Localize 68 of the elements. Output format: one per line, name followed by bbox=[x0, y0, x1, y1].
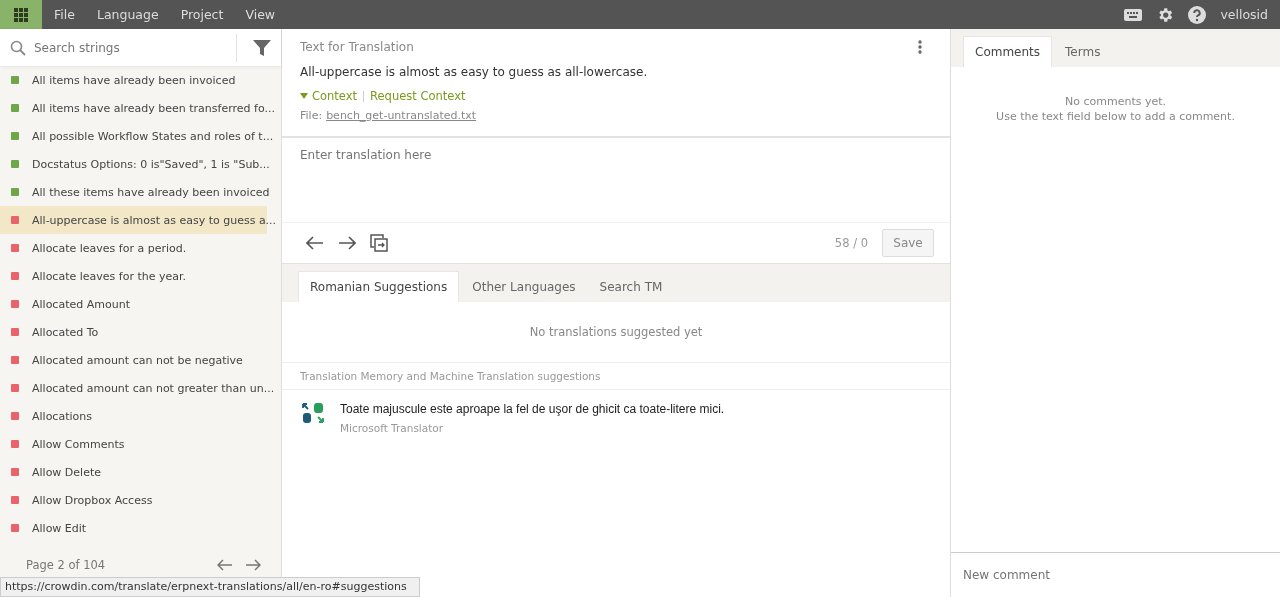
empty-message: No translations suggested yet bbox=[529, 325, 703, 339]
character-counter: 58 / 0 bbox=[834, 236, 868, 250]
string-text: Allow Edit bbox=[32, 521, 87, 535]
caret-icon bbox=[300, 93, 308, 99]
file-label: File: bbox=[300, 109, 323, 122]
next-page-icon[interactable] bbox=[245, 559, 261, 571]
back-arrow-icon[interactable] bbox=[306, 236, 324, 250]
string-list-item[interactable]: Allocated Amount bbox=[0, 290, 267, 318]
empty-message: No comments yet. bbox=[1065, 95, 1166, 108]
string-list-item[interactable]: Allow Edit bbox=[0, 514, 267, 542]
string-text: All possible Workflow States and roles of t... bbox=[32, 129, 274, 143]
string-text: All these items have already been invoiced bbox=[32, 185, 270, 199]
string-text: Allocated Amount bbox=[32, 297, 130, 311]
string-text: Allow Dropbox Access bbox=[32, 493, 153, 507]
previous-page-icon[interactable] bbox=[217, 559, 233, 571]
string-list-item[interactable]: Allocate leaves for the year. bbox=[0, 262, 267, 290]
string-list-item[interactable]: All these items have already been invoiced bbox=[0, 178, 267, 206]
help-icon[interactable] bbox=[1188, 5, 1207, 24]
forward-arrow-icon[interactable] bbox=[338, 236, 356, 250]
page-indicator: Page 2 of 104 bbox=[26, 558, 106, 572]
string-list-item[interactable]: All items have already been invoiced bbox=[0, 66, 267, 94]
string-text: Allocations bbox=[32, 409, 92, 423]
apps-menu-button[interactable] bbox=[0, 0, 42, 29]
string-text: Allocated amount can not be negative bbox=[32, 353, 243, 367]
side-tab[interactable]: Comments bbox=[963, 36, 1053, 67]
menu-item[interactable]: Language bbox=[84, 7, 169, 22]
string-text: All items have already been transferred fo... bbox=[32, 101, 275, 115]
side-tab[interactable]: Terms bbox=[1054, 37, 1112, 67]
suggestion-text[interactable]: Toate majuscule este aproape la fel de uşor de ghicit ca toate-litere mici. bbox=[340, 402, 725, 416]
suggestion-tab[interactable]: Romanian Suggestions bbox=[298, 271, 460, 302]
grid-icon bbox=[13, 6, 29, 23]
keyboard-icon[interactable] bbox=[1124, 7, 1143, 22]
search-icon bbox=[10, 39, 26, 56]
string-text: Allocated amount can not greater than un... bbox=[32, 381, 275, 395]
source-text: All-uppercase is almost as easy to guess as all-lowercase. bbox=[300, 65, 649, 79]
string-text: Allocate leaves for a period. bbox=[32, 241, 187, 255]
string-text: All items have already been invoiced bbox=[32, 73, 236, 87]
empty-message: Use the text field below to add a comment. bbox=[996, 110, 1235, 123]
string-list-item[interactable]: Allocated To bbox=[0, 318, 267, 346]
username[interactable]: vellosid bbox=[1220, 7, 1268, 22]
string-list-item[interactable]: Allocated amount can not be negative bbox=[0, 346, 267, 374]
section-heading: Translation Memory and Machine Translation suggestions bbox=[300, 370, 601, 382]
string-list-item[interactable]: Docstatus Options: 0 is"Saved", 1 is "Sub... bbox=[0, 150, 267, 178]
string-text: Allow Comments bbox=[32, 437, 125, 451]
search-field[interactable]: Search strings bbox=[0, 29, 281, 66]
suggestion-tab[interactable]: Other Languages bbox=[461, 272, 587, 302]
suggestion-tab[interactable]: Search TM bbox=[588, 272, 674, 302]
copy-source-icon[interactable] bbox=[370, 234, 388, 252]
string-list-item[interactable]: Allocations bbox=[0, 402, 267, 430]
string-list-item[interactable]: Allow Dropbox Access bbox=[0, 486, 267, 514]
menu-item[interactable]: View bbox=[233, 7, 286, 22]
menu-item[interactable]: File bbox=[42, 7, 85, 22]
menu-item[interactable]: Project bbox=[168, 7, 234, 22]
string-list-item[interactable]: Allow Delete bbox=[0, 458, 267, 486]
more-options-icon[interactable] bbox=[918, 40, 922, 54]
translate-icon bbox=[302, 402, 324, 424]
string-list-item[interactable]: Allow Comments bbox=[0, 430, 267, 458]
status-url: https://crowdin.com/translate/erpnext-translations/all/en-ro#suggestions bbox=[0, 577, 420, 597]
suggestion-source: Microsoft Translator bbox=[340, 422, 445, 434]
string-text: Allow Delete bbox=[32, 465, 101, 479]
string-text: Allocated To bbox=[32, 325, 99, 339]
panel-heading: Text for Translation bbox=[300, 40, 414, 54]
filter-icon[interactable] bbox=[253, 38, 271, 57]
string-text: Allocate leaves for the year. bbox=[32, 269, 186, 283]
file-link[interactable]: bench_get-untranslated.txt bbox=[326, 109, 477, 122]
string-text: Docstatus Options: 0 is"Saved", 1 is "Sub... bbox=[32, 157, 270, 171]
string-text: All-uppercase is almost as easy to guess a... bbox=[32, 213, 277, 227]
string-list-item[interactable]: Allocate leaves for a period. bbox=[0, 234, 267, 262]
